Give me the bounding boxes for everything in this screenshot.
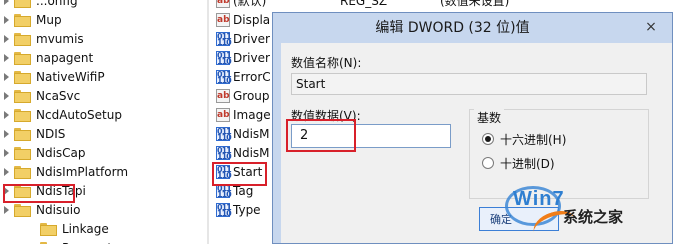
string-value-icon: ab <box>216 89 230 103</box>
pane-divider[interactable] <box>207 0 209 244</box>
string-value-icon: ab <box>216 0 230 8</box>
tree-item-label: Mup <box>36 13 62 27</box>
folder-icon <box>14 90 31 103</box>
binary-value-icon: 011 110 <box>216 32 232 47</box>
binary-value-icon: 011 110 <box>216 203 232 218</box>
value-name-field: Start <box>291 73 647 95</box>
value-name: Displa <box>233 13 271 27</box>
folder-icon <box>14 0 31 8</box>
folder-icon <box>14 204 31 217</box>
dialog-title: 编辑 DWORD (32 位)值 <box>375 20 530 36</box>
tree-item-label: Parameters <box>62 239 131 244</box>
folder-icon <box>40 223 57 236</box>
string-value-icon: ab <box>216 108 230 122</box>
expand-arrow-icon[interactable] <box>4 92 9 100</box>
string-value-icon: ab <box>216 13 230 27</box>
hex-radio-label[interactable]: 十六进制(H) <box>500 131 566 148</box>
close-icon: × <box>645 19 657 35</box>
decimal-radio[interactable] <box>482 157 494 169</box>
value-name-label: 数值名称(N): <box>291 56 362 70</box>
watermark-logo: Win7 系统之家 <box>503 176 673 246</box>
tree-item-label: NcaSvc <box>36 89 81 103</box>
radix-group-label: 基数 <box>474 109 505 126</box>
folder-icon <box>14 52 31 65</box>
folder-icon <box>14 147 31 160</box>
watermark-site-name: 系统之家 <box>563 208 624 226</box>
value-data: (数值未设置) <box>440 0 510 8</box>
start-value-highlight <box>212 162 267 186</box>
binary-value-icon: 011 110 <box>216 184 232 199</box>
watermark-win7-text: Win7 <box>513 188 565 210</box>
tree-item-label: Ndisuio <box>36 203 81 217</box>
decimal-radio-label[interactable]: 十进制(D) <box>500 155 555 172</box>
expand-arrow-icon[interactable] <box>4 16 9 24</box>
expand-arrow-icon[interactable] <box>4 35 9 43</box>
folder-icon <box>14 166 31 179</box>
tree-item-label: NcdAutoSetup <box>36 108 122 122</box>
value-name: NdisM <box>233 146 270 160</box>
tree-item-label: NativeWifiP <box>36 70 105 84</box>
value-name: Driver <box>233 32 270 46</box>
folder-icon <box>14 14 31 27</box>
folder-icon <box>14 71 31 84</box>
value-type: REG_SZ <box>340 0 388 8</box>
tree-item-label: NdisCap <box>36 146 86 160</box>
expand-arrow-icon[interactable] <box>4 0 9 5</box>
data-field-highlight <box>286 119 356 152</box>
expand-arrow-icon[interactable] <box>4 111 9 119</box>
expand-arrow-icon[interactable] <box>4 149 9 157</box>
binary-value-icon: 011 110 <box>216 127 232 142</box>
binary-value-icon: 011 110 <box>216 146 232 161</box>
value-name: Driver <box>233 51 270 65</box>
expand-arrow-icon[interactable] <box>4 54 9 62</box>
expand-arrow-icon[interactable] <box>4 168 9 176</box>
hex-radio[interactable] <box>482 133 494 145</box>
value-name: Image <box>233 108 271 122</box>
selected-key-highlight <box>3 184 75 203</box>
tree-item-label: NdisImPlatform <box>36 165 129 179</box>
tree-item-label: Linkage <box>62 222 109 236</box>
value-name: Group <box>233 89 270 103</box>
expand-arrow-icon[interactable] <box>4 130 9 138</box>
tree-item-label: napagent <box>36 51 94 65</box>
expand-arrow-icon[interactable] <box>4 73 9 81</box>
binary-value-icon: 011 110 <box>216 70 232 85</box>
tree-item-label: NDIS <box>36 127 66 141</box>
binary-value-icon: 011 110 <box>216 51 232 66</box>
folder-icon <box>14 128 31 141</box>
value-name: Type <box>233 203 261 217</box>
expand-arrow-icon[interactable] <box>4 206 9 214</box>
close-button[interactable]: × <box>640 17 662 37</box>
folder-icon <box>14 109 31 122</box>
registry-key-tree: ...onfig Mup mvumis napagent NativeWifiP Nca… <box>0 0 205 244</box>
tree-item-label: mvumis <box>36 32 84 46</box>
dialog-titlebar[interactable]: 编辑 DWORD (32 位)值 × <box>273 13 672 43</box>
value-name: NdisM <box>233 127 270 141</box>
folder-icon <box>14 33 31 46</box>
value-name: ErrorC <box>233 70 271 84</box>
